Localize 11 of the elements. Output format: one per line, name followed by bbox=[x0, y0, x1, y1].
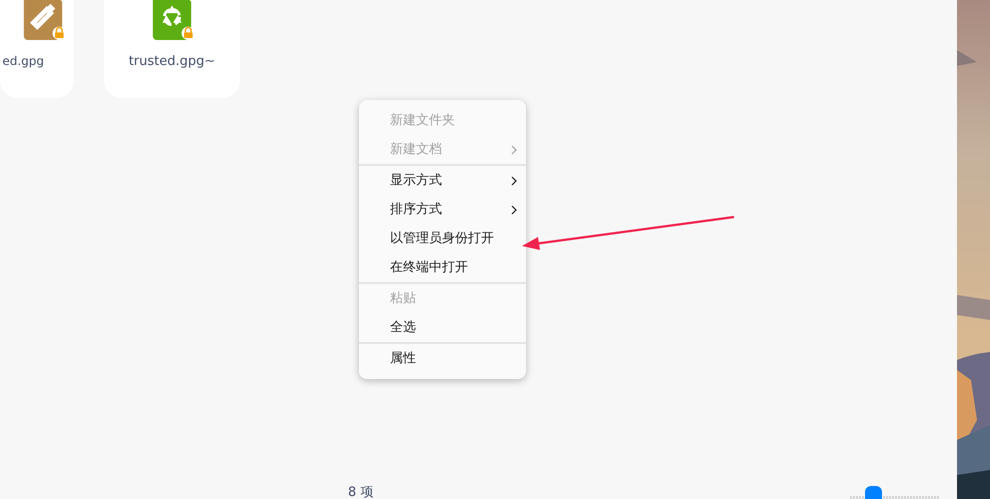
file-item[interactable]: trusted.gpg~ bbox=[104, 0, 240, 98]
menu-item[interactable]: 排序方式 bbox=[359, 195, 526, 224]
file-name: trusted.gpg~ bbox=[128, 54, 216, 69]
menu-item[interactable]: 属性 bbox=[359, 344, 526, 373]
menu-item[interactable]: 全选 bbox=[359, 313, 526, 342]
menu-item[interactable]: 在终端中打开 bbox=[359, 253, 526, 282]
menu-item[interactable]: 以管理员身份打开 bbox=[359, 224, 526, 253]
file-item[interactable]: ed.gpg bbox=[0, 0, 74, 98]
menu-item[interactable]: 显示方式 bbox=[359, 166, 526, 195]
item-count: 8 项 bbox=[348, 484, 374, 499]
file-name: ed.gpg bbox=[2, 54, 44, 68]
